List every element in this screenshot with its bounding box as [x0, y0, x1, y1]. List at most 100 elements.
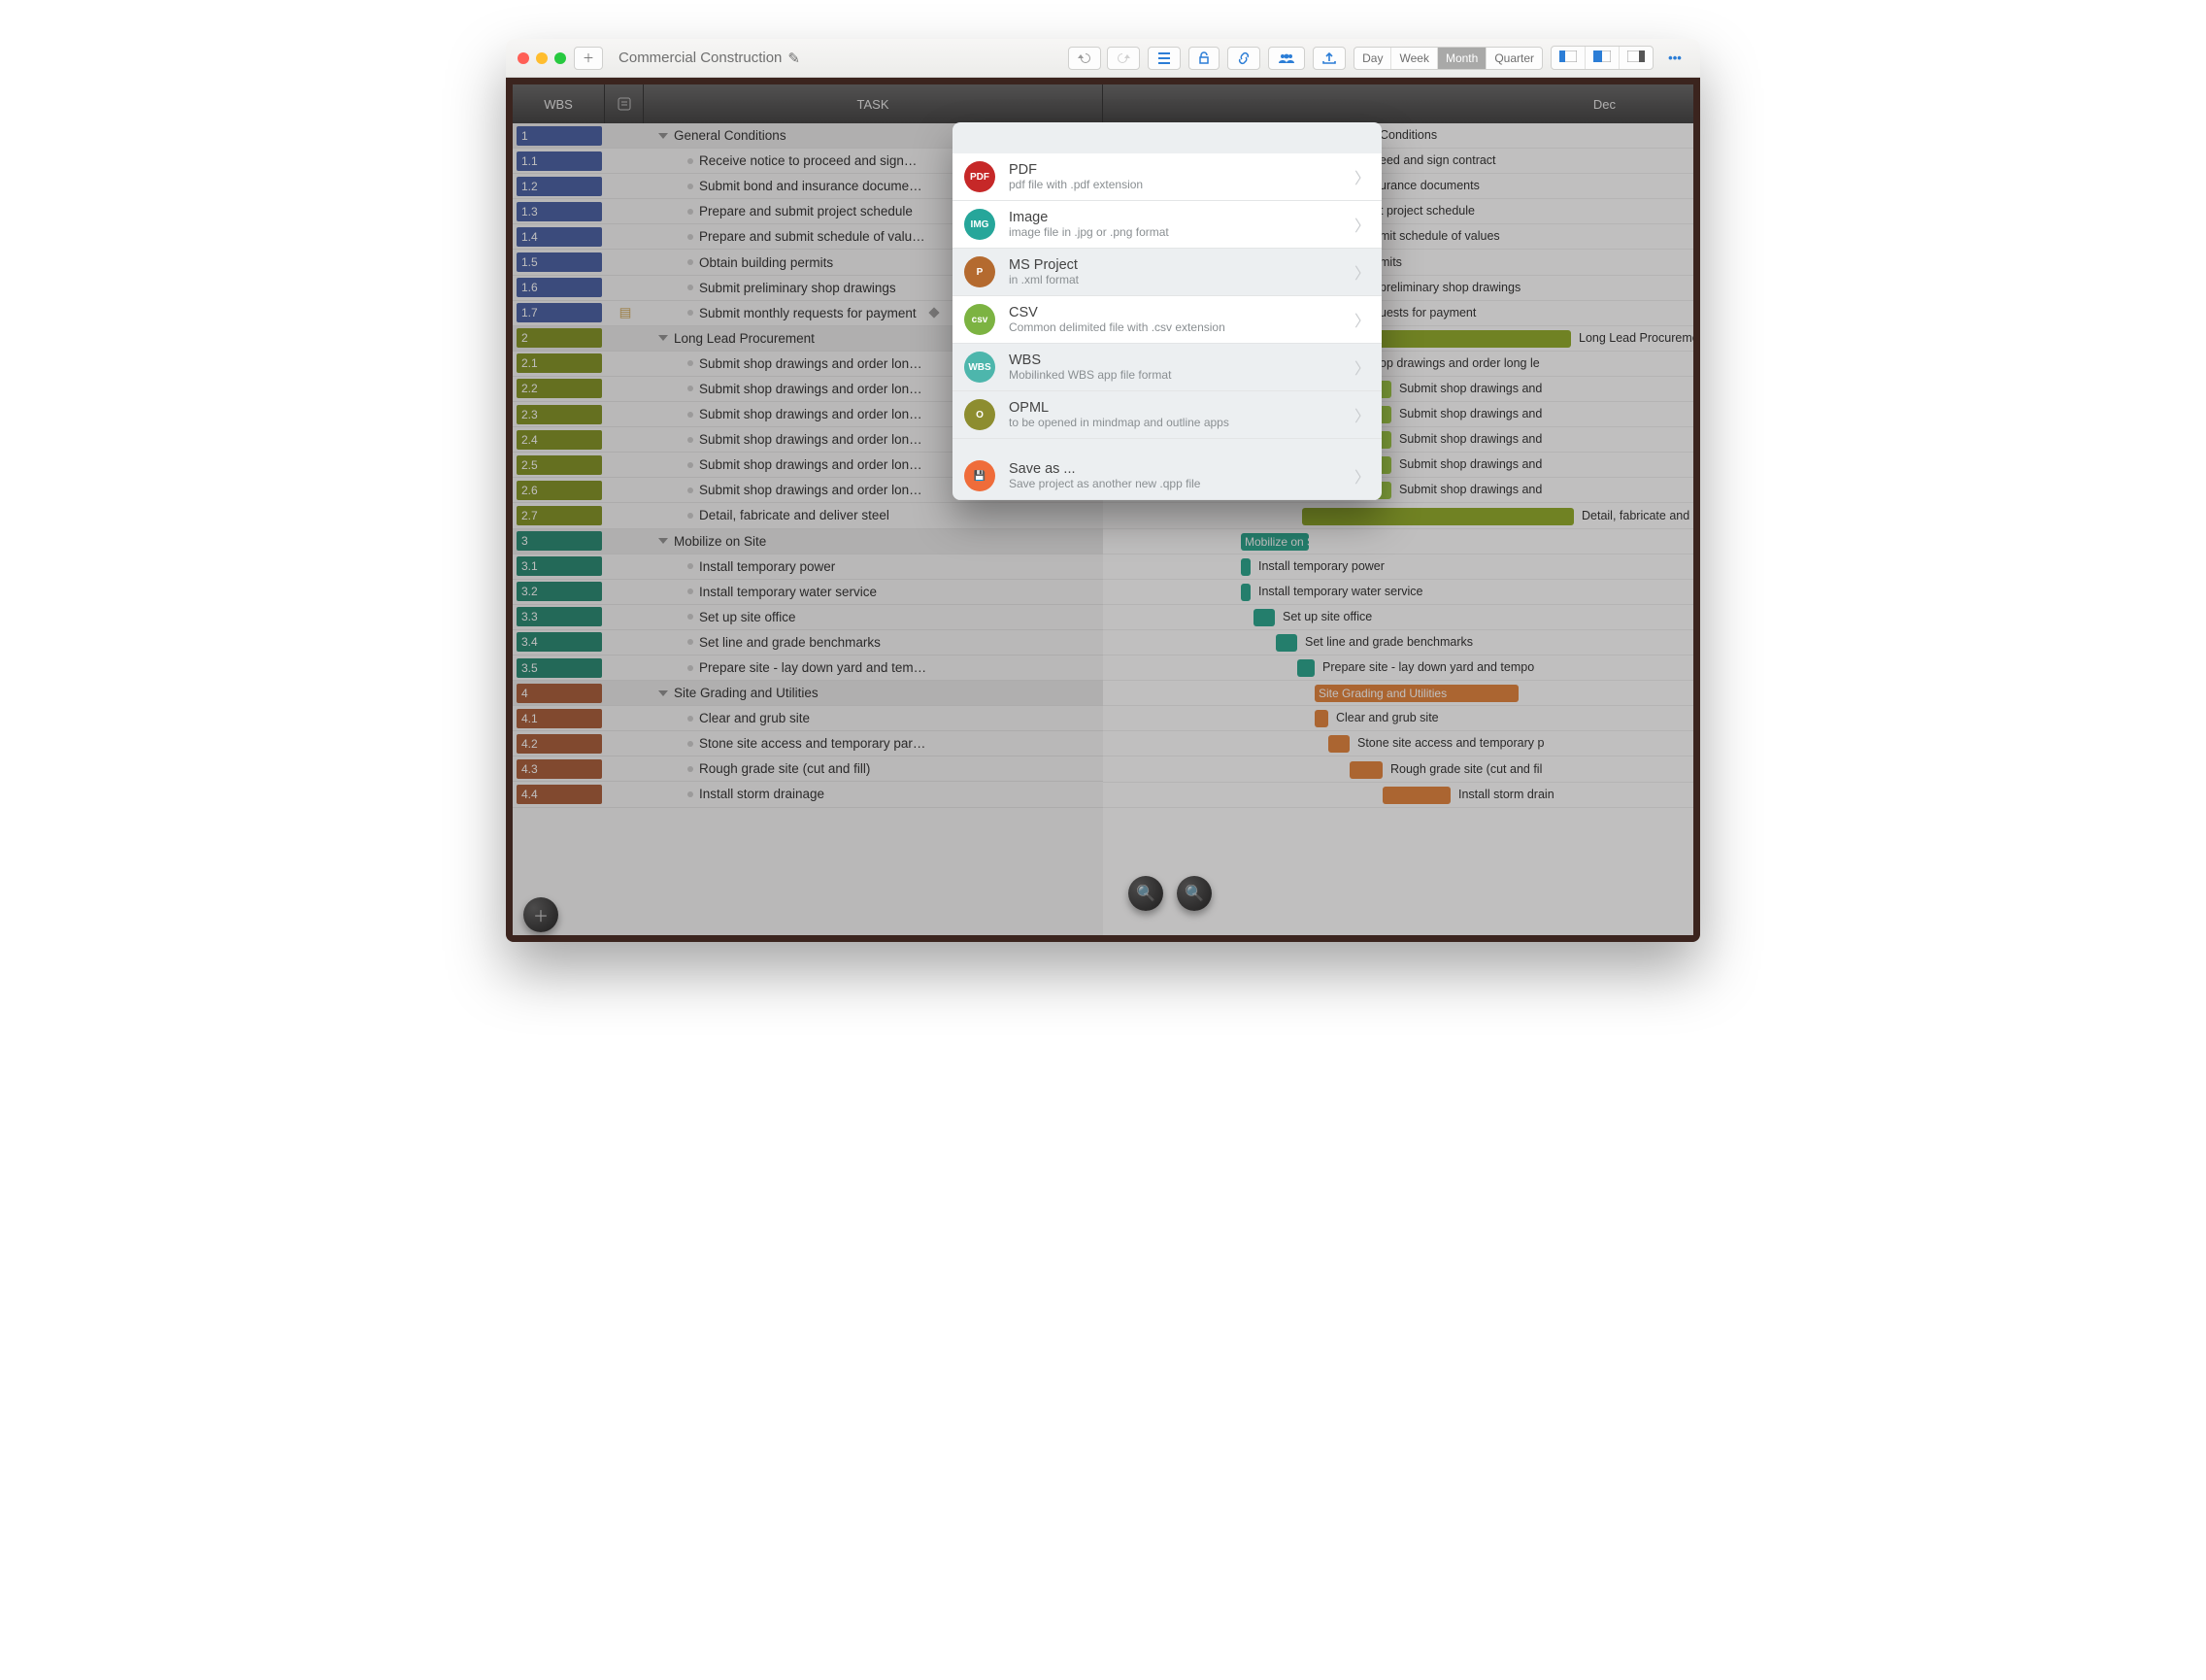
export-opml[interactable]: OOPMLto be opened in mindmap and outline…: [953, 391, 1382, 439]
task-row[interactable]: 4.1Clear and grub site: [513, 706, 1103, 731]
gantt-bar[interactable]: [1383, 787, 1451, 804]
gantt-bar[interactable]: [1241, 558, 1251, 576]
task-name-text: Stone site access and temporary par…: [699, 736, 925, 751]
timescale-month[interactable]: Month: [1438, 48, 1487, 69]
task-row[interactable]: 4.3Rough grade site (cut and fill): [513, 756, 1103, 782]
pencil-icon: ✎: [787, 50, 800, 67]
wbs-cell: 1.3: [517, 202, 602, 221]
gantt-bar[interactable]: [1276, 634, 1297, 652]
task-row[interactable]: 3.5Prepare site - lay down yard and tem…: [513, 655, 1103, 681]
outline-button[interactable]: [1148, 47, 1181, 70]
task-row[interactable]: 3.4Set line and grade benchmarks: [513, 630, 1103, 655]
project-title[interactable]: Commercial Construction ✎: [611, 50, 808, 67]
column-header-wbs[interactable]: WBS: [513, 84, 605, 123]
task-name-text: Submit shop drawings and order lon…: [699, 407, 922, 421]
export-image[interactable]: IMGImageimage file in .jpg or .png forma…: [953, 201, 1382, 249]
layout-right[interactable]: [1620, 47, 1653, 69]
timescale-quarter[interactable]: Quarter: [1487, 48, 1542, 69]
task-row[interactable]: 4.2Stone site access and temporary par…: [513, 731, 1103, 756]
task-name-text: Submit monthly requests for payment: [699, 306, 917, 320]
wbs-cell: 2: [517, 328, 602, 348]
task-name-text: Install storm drainage: [699, 787, 824, 801]
gantt-bar-label: Submit shop drawings and: [1399, 457, 1542, 471]
disclosure-triangle-icon[interactable]: [658, 690, 668, 696]
task-row[interactable]: 3.2Install temporary water service: [513, 580, 1103, 605]
wbs-cell: 4: [517, 684, 602, 703]
gantt-bar[interactable]: [1297, 659, 1315, 677]
wbs-cell: 1.6: [517, 278, 602, 297]
close-window-button[interactable]: [518, 52, 529, 64]
redo-icon: [1116, 51, 1131, 65]
gantt-bar-label: eed and sign contract: [1380, 153, 1496, 167]
gantt-bar-label: Detail, fabricate and de: [1582, 509, 1693, 522]
lock-button[interactable]: [1188, 47, 1220, 70]
link-button[interactable]: [1227, 47, 1260, 70]
timescale-day[interactable]: Day: [1354, 48, 1391, 69]
disclosure-triangle-icon[interactable]: [658, 133, 668, 139]
task-name-text: Prepare and submit project schedule: [699, 204, 913, 218]
more-button[interactable]: •••: [1661, 50, 1688, 65]
export-save-as-icon: 💾: [964, 460, 995, 491]
add-task-fab[interactable]: ＋: [523, 897, 558, 932]
bullet-icon: [687, 639, 693, 645]
task-name-cell: Install temporary power: [643, 559, 1103, 574]
task-row[interactable]: 3.1Install temporary power: [513, 554, 1103, 580]
redo-button[interactable]: [1107, 47, 1140, 70]
bullet-icon: [687, 158, 693, 164]
bullet-icon: [687, 386, 693, 391]
task-row[interactable]: 4 Site Grading and Utilities: [513, 681, 1103, 706]
export-button[interactable]: [1313, 47, 1346, 70]
gantt-bar[interactable]: [1241, 584, 1251, 601]
export-wbs[interactable]: WBSWBSMobilinked WBS app file format〉: [953, 344, 1382, 391]
project-title-text: Commercial Construction: [618, 50, 782, 66]
export-image-title: Image: [1009, 210, 1341, 225]
app-window: ＋ Commercial Construction ✎ DayWeekMonth…: [506, 39, 1700, 942]
undo-button[interactable]: [1068, 47, 1101, 70]
timescale-segment: DayWeekMonthQuarter: [1354, 47, 1543, 70]
gantt-bar-label: Submit shop drawings and: [1399, 483, 1542, 496]
bullet-icon: [687, 487, 693, 493]
export-pdf[interactable]: PDFPDFpdf file with .pdf extension〉: [953, 153, 1382, 201]
share-button[interactable]: [1268, 47, 1305, 70]
add-button[interactable]: ＋: [574, 47, 603, 70]
column-header-note[interactable]: [605, 84, 644, 123]
task-row[interactable]: 3.3Set up site office: [513, 605, 1103, 630]
gantt-bar[interactable]: [1350, 761, 1383, 779]
people-icon: [1277, 51, 1296, 65]
bullet-icon: [687, 437, 693, 443]
layout-segment: [1551, 46, 1654, 70]
task-row[interactable]: 4.4Install storm drainage: [513, 782, 1103, 807]
bullet-icon: [687, 766, 693, 772]
gantt-bar[interactable]: [1315, 710, 1328, 727]
zoom-window-button[interactable]: [554, 52, 566, 64]
gantt-bar[interactable]: Mobilize on Site: [1241, 533, 1309, 551]
export-msp[interactable]: PMS Projectin .xml format〉: [953, 249, 1382, 296]
minimize-window-button[interactable]: [536, 52, 548, 64]
gantt-bar[interactable]: [1302, 508, 1574, 525]
layout-split[interactable]: [1586, 47, 1620, 69]
zoom-out-fab[interactable]: 🔍: [1128, 876, 1163, 911]
content: WBS TASK 1General Conditions1.1Receive n…: [506, 78, 1700, 942]
export-save-as[interactable]: 💾Save as ...Save project as another new …: [953, 453, 1382, 500]
layout-left[interactable]: [1552, 47, 1586, 69]
gantt-bar-label: preliminary shop drawings: [1380, 281, 1521, 294]
window-controls: [518, 52, 566, 64]
column-header-task[interactable]: TASK: [644, 84, 1103, 123]
task-row[interactable]: 2.7Detail, fabricate and deliver steel: [513, 503, 1103, 528]
disclosure-triangle-icon[interactable]: [658, 538, 668, 544]
gantt-bar[interactable]: [1328, 735, 1350, 753]
gantt-bar-label: Prepare site - lay down yard and tempo: [1322, 660, 1534, 674]
gantt-bar[interactable]: [1253, 609, 1275, 626]
bullet-icon: [687, 563, 693, 569]
wbs-cell: 2.7: [517, 506, 602, 525]
gantt-bar[interactable]: Site Grading and Utilities: [1315, 685, 1519, 702]
task-name-text: Rough grade site (cut and fill): [699, 761, 870, 776]
export-csv[interactable]: csvCSVCommon delimited file with .csv ex…: [953, 296, 1382, 344]
gantt-bar-label: urance documents: [1380, 179, 1480, 192]
task-row[interactable]: 3Mobilize on Site: [513, 529, 1103, 554]
zoom-in-fab[interactable]: 🔍: [1177, 876, 1212, 911]
disclosure-triangle-icon[interactable]: [658, 335, 668, 341]
task-name-cell: Site Grading and Utilities: [643, 686, 1103, 700]
timescale-week[interactable]: Week: [1391, 48, 1437, 69]
task-name-text: Long Lead Procurement: [674, 331, 815, 346]
